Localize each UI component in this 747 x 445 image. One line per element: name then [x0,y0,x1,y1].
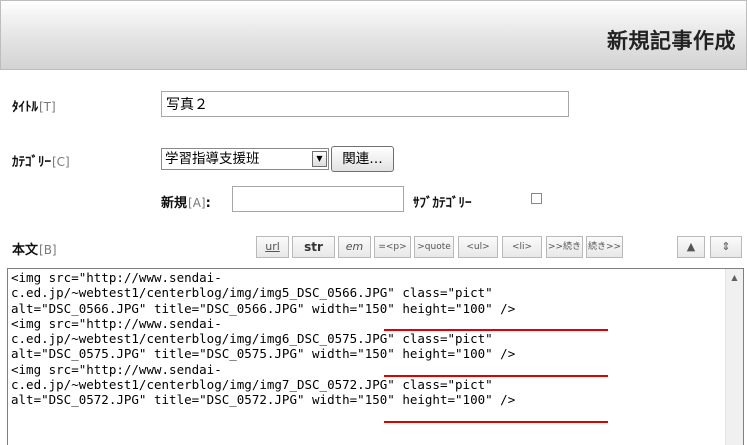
ul-button[interactable]: <ul> [458,236,498,258]
em-button[interactable]: em [338,236,371,258]
annotation-underline-2 [384,375,608,377]
body-label-text: 本文 [12,243,39,258]
title-accesskey: [T] [39,100,56,114]
page-header: 新規記事作成 [0,0,747,70]
body-text: <img src="http://www.sendai- c.ed.jp/~we… [11,270,516,408]
category-selected-value: 学習指導支援班 [165,151,260,167]
title-input[interactable] [161,91,569,117]
body-textarea[interactable]: <img src="http://www.sendai- c.ed.jp/~we… [7,268,744,445]
category-label: ｶﾃｺﾞﾘｰ[C] [12,151,70,170]
category-accesskey: [C] [52,155,70,169]
str-button[interactable]: str [292,236,335,258]
resize-icon[interactable]: ⇕ [710,236,742,258]
category-label-text: ｶﾃｺﾞﾘｰ [12,155,51,170]
li-button[interactable]: <li> [502,236,542,258]
annotation-underline-1 [384,329,608,331]
new-category-input[interactable] [232,186,404,212]
collapse-up-icon[interactable]: ▲ [677,236,705,258]
title-label-text: ﾀｲﾄﾙ [12,100,38,115]
subcategory-label: ｻﾌﾞｶﾃｺﾞﾘｰ [413,196,472,211]
related-button[interactable]: 関連… [331,146,394,172]
quote-button[interactable]: >quote [414,236,454,258]
subcategory-checkbox[interactable] [531,193,542,204]
new-category-label: 新規[A]: [161,192,211,211]
title-label: ﾀｲﾄﾙ[T] [12,96,56,115]
continue-button[interactable]: 続き>> [586,236,623,258]
scroll-up-icon[interactable]: ▲ [726,269,743,286]
chevron-down-icon[interactable]: ▼ [312,151,327,167]
new-accesskey: [A] [188,196,206,210]
url-button[interactable]: url [256,236,289,258]
body-accesskey: [B] [39,243,57,257]
textarea-scrollbar[interactable]: ▲ [725,269,743,445]
p-button[interactable]: =<p> [374,236,411,258]
annotation-underline-3 [384,421,608,423]
new-colon: : [205,196,211,211]
body-label: 本文[B] [12,239,57,258]
category-select[interactable]: 学習指導支援班 ▼ [161,148,329,170]
new-label-text: 新規 [161,196,188,211]
page-title: 新規記事作成 [607,29,736,53]
expand-button[interactable]: >>続き [546,236,583,258]
